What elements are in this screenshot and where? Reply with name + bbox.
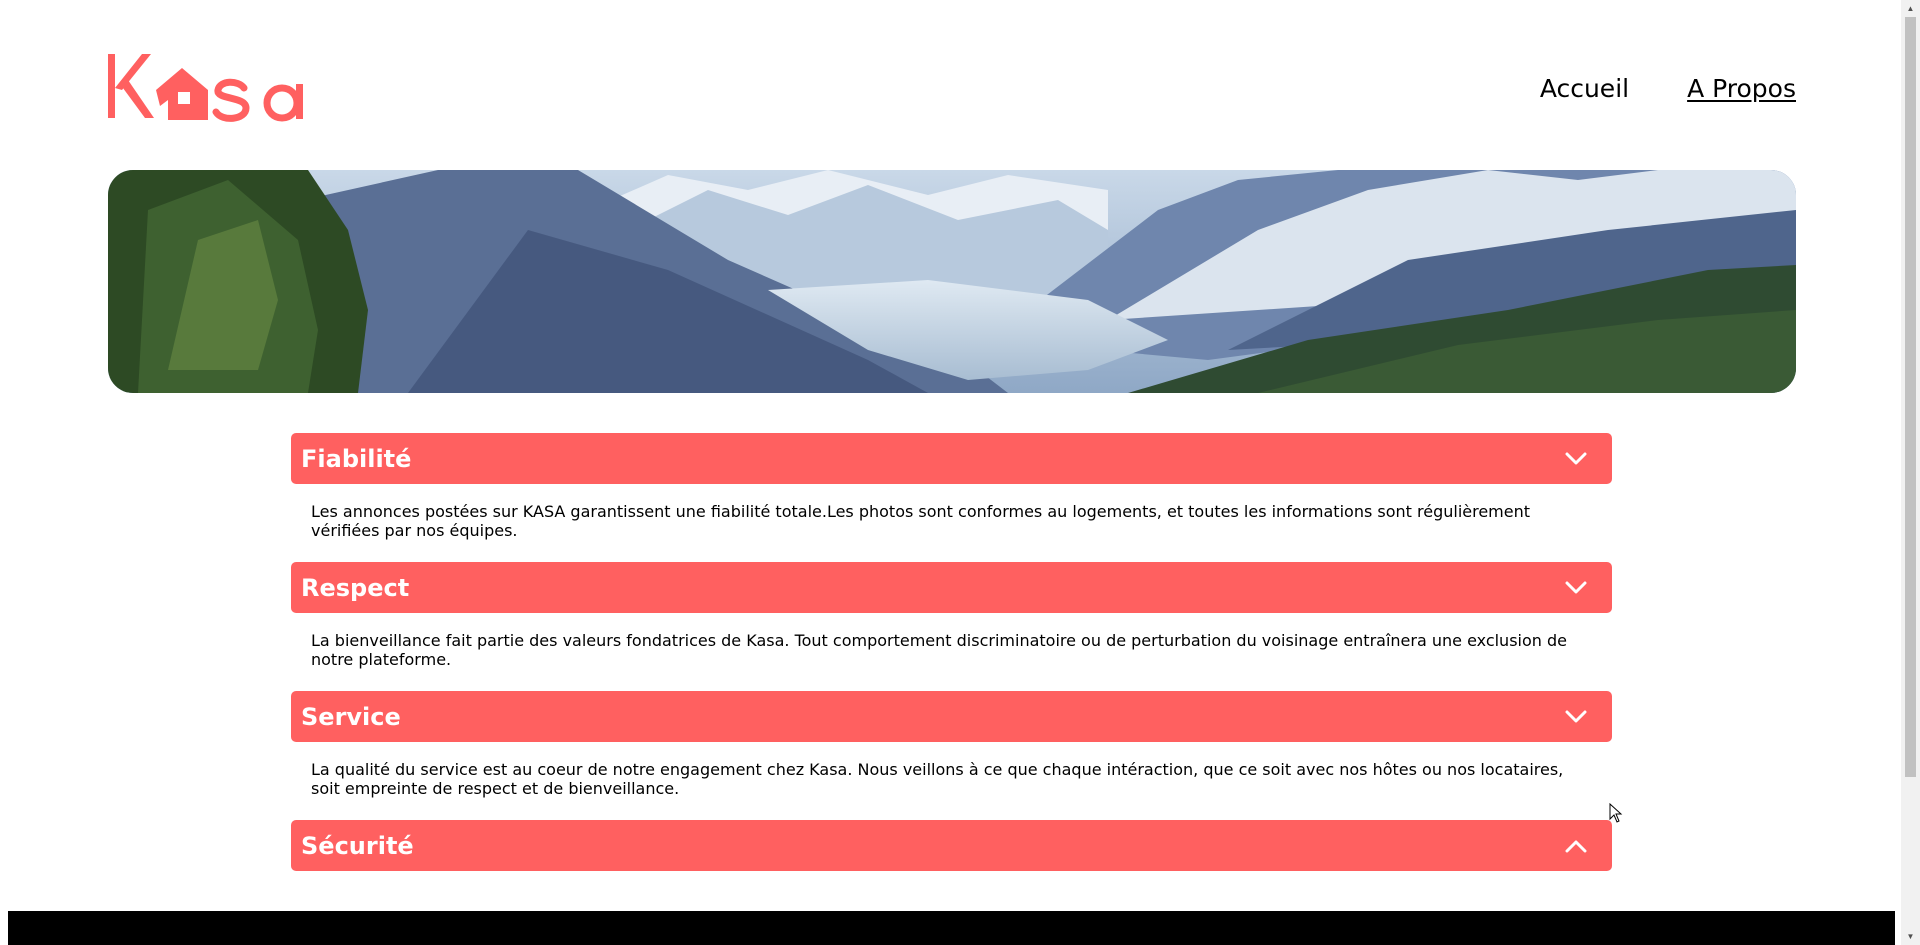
nav-link-accueil[interactable]: Accueil	[1540, 74, 1629, 103]
banner-mountain-image	[108, 170, 1796, 393]
collapse-header-respect[interactable]: Respect	[291, 562, 1612, 613]
collapse-fiabilite: Fiabilité Les annonces postées sur KASA …	[291, 433, 1612, 562]
main-nav: Accueil A Propos	[1540, 74, 1796, 103]
about-page: Accueil A Propos Fiabilité Les annonces …	[0, 0, 1901, 945]
collapse-header-securite[interactable]: Sécurité	[291, 820, 1612, 871]
values-collapses: Fiabilité Les annonces postées sur KASA …	[291, 433, 1612, 871]
chevron-down-icon[interactable]	[1564, 705, 1588, 729]
collapse-content: La bienveillance fait partie des valeurs…	[291, 613, 1612, 691]
chevron-up-icon[interactable]	[1564, 834, 1588, 858]
collapse-text: La qualité du service est au coeur de no…	[311, 760, 1564, 798]
collapse-content: La qualité du service est au coeur de no…	[291, 742, 1612, 820]
collapse-title: Sécurité	[301, 831, 414, 860]
collapse-title: Respect	[301, 573, 410, 602]
collapse-respect: Respect La bienveillance fait partie des…	[291, 562, 1612, 691]
kasa-logo[interactable]	[108, 52, 320, 122]
collapse-header-fiabilite[interactable]: Fiabilité	[291, 433, 1612, 484]
site-footer	[8, 911, 1895, 945]
collapse-title: Service	[301, 702, 401, 731]
collapse-securite: Sécurité	[291, 820, 1612, 871]
chevron-down-icon[interactable]	[1564, 447, 1588, 471]
scroll-down-arrow-icon[interactable]: ▼	[1901, 928, 1920, 945]
collapse-service: Service La qualité du service est au coe…	[291, 691, 1612, 820]
collapse-text: Les annonces postées sur KASA garantisse…	[311, 502, 1531, 540]
mouse-cursor-icon	[1609, 803, 1623, 823]
vertical-scrollbar[interactable]: ▲ ▼	[1901, 0, 1920, 945]
scroll-up-arrow-icon[interactable]: ▲	[1901, 0, 1920, 17]
collapse-content: Les annonces postées sur KASA garantisse…	[291, 484, 1612, 562]
scrollbar-thumb[interactable]	[1905, 17, 1916, 777]
chevron-down-icon[interactable]	[1564, 576, 1588, 600]
collapse-title: Fiabilité	[301, 444, 412, 473]
site-header: Accueil A Propos	[108, 52, 1796, 122]
collapse-header-service[interactable]: Service	[291, 691, 1612, 742]
nav-link-a-propos[interactable]: A Propos	[1687, 74, 1796, 103]
collapse-text: La bienveillance fait partie des valeurs…	[311, 631, 1567, 669]
logo-graphic	[108, 54, 303, 122]
